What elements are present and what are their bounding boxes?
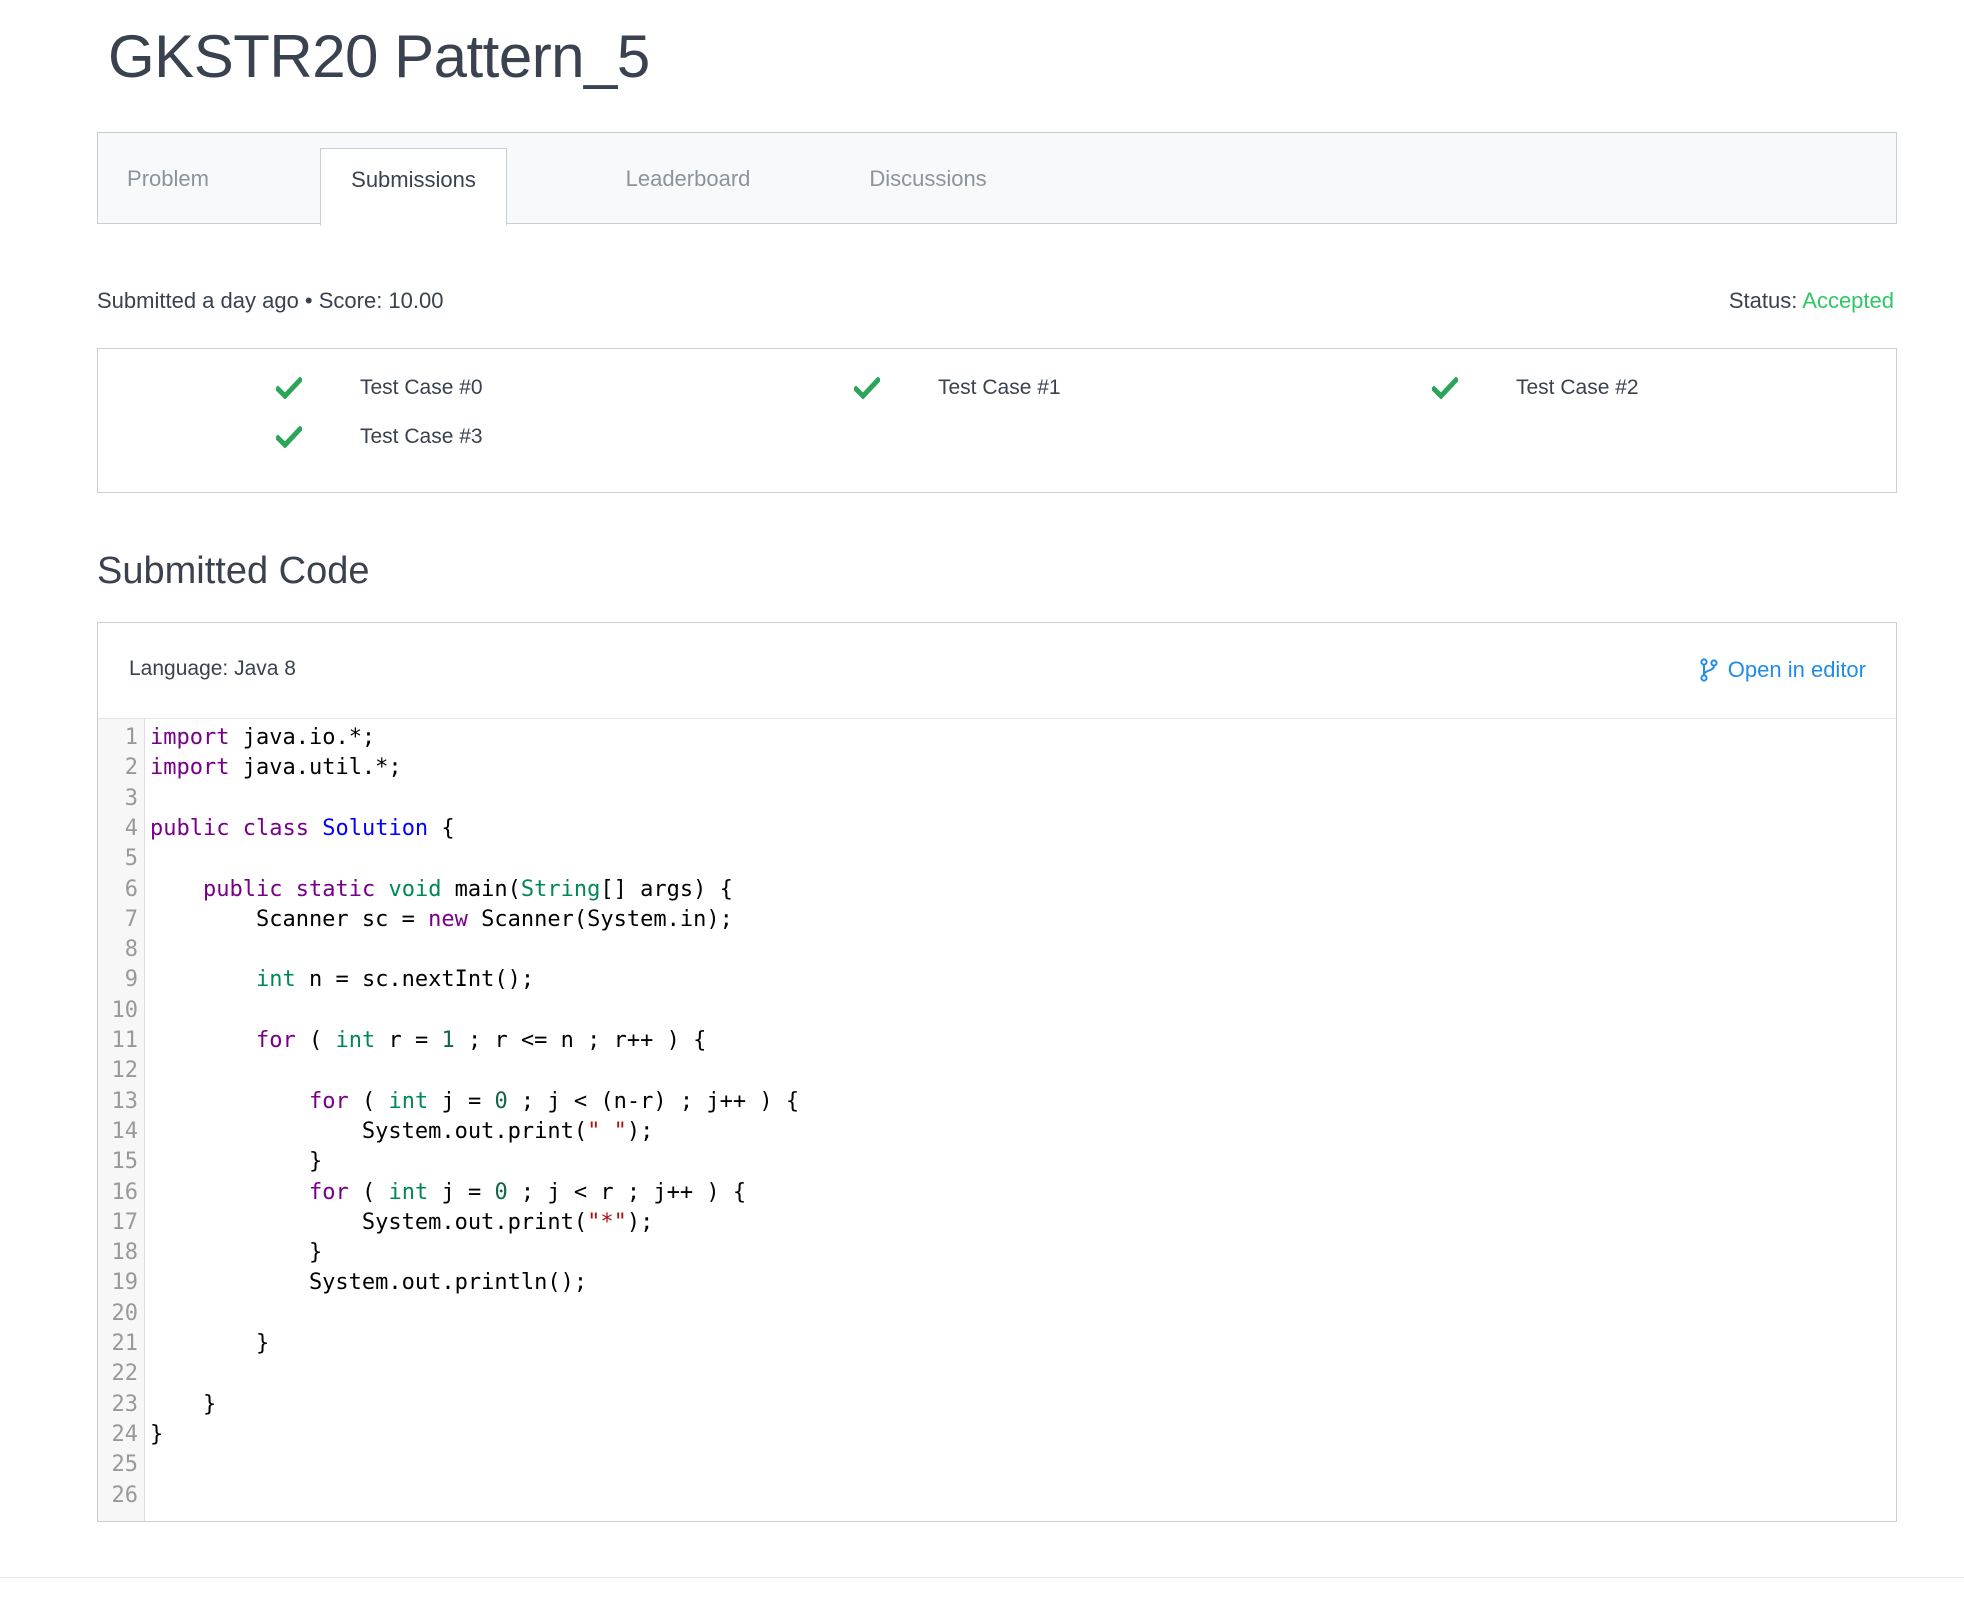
tab-leaderboard[interactable]: Leaderboard: [578, 133, 798, 225]
line-number: 14: [111, 1118, 139, 1144]
status-badge: Accepted: [1802, 288, 1894, 313]
line-number: 16: [111, 1179, 139, 1205]
line-number: 20: [111, 1300, 139, 1326]
tab-submissions[interactable]: Submissions: [320, 148, 507, 226]
language-label: Language: Java 8: [129, 657, 296, 680]
line-number: 17: [111, 1209, 139, 1235]
open-in-editor-link[interactable]: Open in editor: [1700, 657, 1866, 683]
code-text: }: [150, 1240, 323, 1266]
code-text: for ( int j = 0 ; j < r ; j++ ) {: [308, 1179, 747, 1205]
line-number: 6: [124, 876, 138, 902]
line-number: 12: [111, 1058, 139, 1084]
code-text: Scanner sc = new Scanner(System.in);: [150, 906, 733, 932]
code-text: for ( int r = 1 ; r <= n ; r++ ) {: [255, 1028, 707, 1053]
line-number: 25: [111, 1452, 139, 1478]
test-case-label: Test Case #3: [360, 425, 483, 448]
code-text: public class Solution {: [150, 815, 455, 841]
line-number: 13: [111, 1088, 139, 1114]
line-number: 21: [111, 1331, 139, 1356]
check-icon: [276, 377, 302, 399]
line-number: 18: [111, 1240, 139, 1266]
line-number: 24: [111, 1421, 139, 1447]
code-text: }: [150, 1331, 270, 1356]
tab-label: Problem: [127, 166, 209, 191]
line-number: 19: [111, 1270, 139, 1296]
line-number: 1: [124, 725, 138, 750]
code-text: System.out.print("*");: [150, 1209, 654, 1235]
test-cases-panel: Test Case #0 Test Case #1 Test Case #2 T…: [97, 348, 1897, 493]
line-number: 22: [111, 1361, 139, 1387]
line-number: 15: [111, 1149, 139, 1175]
branch-icon: [1700, 658, 1718, 682]
code-text: public static void main(String[] args) {: [202, 876, 733, 902]
status-label: Status:: [1728, 288, 1798, 313]
submission-status: Status: Accepted: [1729, 288, 1894, 314]
line-number: 7: [124, 906, 138, 932]
open-in-editor-label: Open in editor: [1727, 657, 1866, 682]
code-text: import java.util.*;: [150, 755, 402, 781]
line-number: 8: [124, 937, 138, 963]
page-title: GKSTR20 Pattern_5: [108, 23, 650, 90]
line-number: 3: [124, 785, 138, 811]
line-number: 26: [111, 1482, 139, 1508]
code-text: }: [150, 1391, 217, 1417]
submission-meta: Submitted a day ago • Score: 10.00: [97, 288, 444, 313]
code-panel: Language: Java 8 Open in editor 1 import …: [97, 622, 1897, 1522]
line-number: 11: [111, 1028, 139, 1053]
tab-label: Discussions: [869, 166, 987, 191]
submitted-code-heading: Submitted Code: [97, 550, 370, 592]
line-number: 5: [124, 846, 138, 872]
code-text: for ( int j = 0 ; j < (n-r) ; j++ ) {: [308, 1088, 800, 1114]
line-number: 4: [124, 815, 138, 841]
code-text: }: [150, 1149, 323, 1175]
test-case-item[interactable]: Test Case #1: [854, 376, 1061, 400]
code-text: }: [150, 1421, 164, 1447]
code-text: System.out.println();: [150, 1270, 588, 1296]
test-case-item[interactable]: Test Case #3: [276, 425, 483, 449]
check-icon: [276, 426, 302, 448]
test-case-item[interactable]: Test Case #2: [1432, 376, 1639, 400]
tab-problem[interactable]: Problem: [98, 133, 238, 225]
code-editor[interactable]: 1 import java.io.*; 2 import java.util.*; 3 4…: [98, 719, 1896, 1521]
test-case-item[interactable]: Test Case #0: [276, 376, 483, 400]
test-case-label: Test Case #2: [1516, 376, 1639, 399]
line-number: 9: [124, 967, 138, 993]
check-icon: [854, 377, 880, 399]
divider: [0, 1577, 1964, 1578]
tab-label: Submissions: [351, 167, 476, 192]
line-number: 2: [124, 755, 138, 781]
check-icon: [1432, 377, 1458, 399]
code-text: import java.io.*;: [150, 725, 376, 750]
tab-bar: Problem Submissions Leaderboard Discussi…: [97, 132, 1897, 226]
tab-discussions[interactable]: Discussions: [818, 133, 1038, 225]
test-case-label: Test Case #1: [938, 376, 1061, 399]
code-header: Language: Java 8 Open in editor: [98, 623, 1896, 719]
code-text: int n = sc.nextInt();: [255, 967, 535, 993]
line-number: 10: [111, 997, 139, 1023]
line-number: 23: [111, 1391, 139, 1417]
tab-label: Leaderboard: [625, 166, 751, 191]
code-text: System.out.print(" ");: [150, 1118, 654, 1144]
test-case-label: Test Case #0: [360, 376, 483, 399]
